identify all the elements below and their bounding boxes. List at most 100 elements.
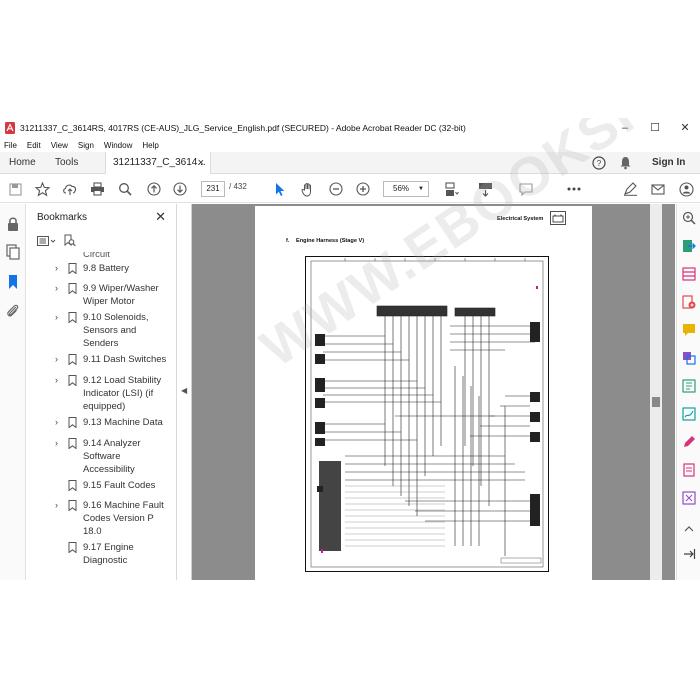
tab-document[interactable]: 31211337_C_3614... × xyxy=(105,152,211,174)
printer-icon xyxy=(90,182,104,196)
save-button[interactable] xyxy=(6,180,24,198)
zoom-value: 56% xyxy=(393,184,410,193)
bookmark-label: 9.8 Battery xyxy=(83,263,129,274)
search-zoom-icon[interactable] xyxy=(682,211,696,225)
bookmark-label: 9.16 Machine Fault Codes Version P 18.0 xyxy=(83,500,164,537)
share-link-button[interactable] xyxy=(677,180,695,198)
bookmark-icon xyxy=(68,283,77,294)
envelope-icon xyxy=(651,183,665,195)
battery-section-icon xyxy=(550,211,566,225)
acrobat-window: 31211337_C_3614RS, 4017RS (CE-AUS)_JLG_S… xyxy=(0,118,700,580)
diagram-subtitle: Engine Harness (Stage V) xyxy=(296,238,365,244)
protect-icon[interactable] xyxy=(682,463,696,477)
organize-icon[interactable] xyxy=(682,267,696,281)
bookmark-label: 9.11 Dash Switches xyxy=(83,354,167,365)
cloud-upload-button[interactable] xyxy=(61,180,79,198)
menu-view[interactable]: View xyxy=(51,141,68,150)
bookmark-label: 9.15 Fault Codes xyxy=(83,480,156,491)
select-tool-button[interactable] xyxy=(271,180,289,198)
page-number-input[interactable]: 231 xyxy=(201,181,225,197)
bookmark-icon xyxy=(68,480,77,491)
tab-tools[interactable]: Tools xyxy=(55,152,78,174)
right-tools-rail xyxy=(676,204,700,580)
edit-pdf-icon[interactable] xyxy=(682,435,696,449)
bookmark-icon xyxy=(68,438,77,449)
hand-tool-button[interactable] xyxy=(299,180,317,198)
cursor-arrow-icon xyxy=(276,182,285,196)
find-button[interactable] xyxy=(116,180,134,198)
bookmark-label: Circuit xyxy=(83,252,110,260)
chevron-right-icon[interactable]: › xyxy=(55,312,58,322)
zoom-in-button[interactable] xyxy=(354,180,372,198)
save-icon xyxy=(8,182,22,196)
collapse-right-panel-icon[interactable] xyxy=(682,547,696,561)
bookmark-star-button[interactable] xyxy=(33,180,51,198)
find-bookmark-icon[interactable] xyxy=(63,234,76,247)
menu-window[interactable]: Window xyxy=(104,141,132,150)
compress-icon[interactable] xyxy=(682,379,696,393)
menu-bar: File Edit View Sign Window Help xyxy=(0,138,165,152)
lock-icon[interactable] xyxy=(5,216,21,232)
zoom-out-button[interactable] xyxy=(327,180,345,198)
menu-edit[interactable]: Edit xyxy=(27,141,41,150)
bookmark-icon xyxy=(68,375,77,386)
pen-sign-icon xyxy=(623,182,637,196)
arrow-down-circle-icon xyxy=(173,182,187,196)
bookmark-options-icon[interactable] xyxy=(37,235,57,246)
close-panel-button[interactable]: ✕ xyxy=(155,209,166,225)
collapse-arrow-icon[interactable]: ◀ xyxy=(181,386,187,395)
chevron-down-icon: ▼ xyxy=(418,186,424,192)
bookmark-label: 9.10 Solenoids, Sensors and Senders xyxy=(83,312,149,349)
document-tab-close-button[interactable]: × xyxy=(198,152,204,174)
zoom-select[interactable]: 56% ▼ xyxy=(383,181,429,197)
cloud-upload-icon xyxy=(63,184,77,195)
acrobat-app-icon xyxy=(5,122,15,134)
comment-icon[interactable] xyxy=(682,323,696,337)
chevron-right-icon[interactable]: › xyxy=(55,354,58,364)
notification-bell-icon[interactable] xyxy=(619,156,632,170)
window-title: 31211337_C_3614RS, 4017RS (CE-AUS)_JLG_S… xyxy=(20,123,466,133)
more-tools-icon[interactable] xyxy=(682,491,696,505)
document-scroll-thumb[interactable] xyxy=(652,397,660,407)
bookmark-label: 9.13 Machine Data xyxy=(83,417,163,428)
close-window-button[interactable]: ✕ xyxy=(670,118,700,138)
chevron-right-icon[interactable]: › xyxy=(55,375,58,385)
bookmarks-panel: Bookmarks ✕ Circuit › 9.8 Battery › 9.9 … xyxy=(27,204,201,580)
menu-file[interactable]: File xyxy=(4,141,17,150)
left-navigation-rail xyxy=(0,204,26,580)
chevron-right-icon[interactable]: › xyxy=(55,417,58,427)
bookmark-icon xyxy=(68,500,77,511)
bookmark-icon xyxy=(68,263,77,274)
export-pdf-icon[interactable] xyxy=(682,239,696,253)
chevron-right-icon[interactable]: › xyxy=(55,283,58,293)
print-button[interactable] xyxy=(88,180,106,198)
chevron-right-icon[interactable]: › xyxy=(55,263,58,273)
document-scrollbar[interactable] xyxy=(650,204,662,580)
sign-in-button[interactable]: Sign In xyxy=(652,152,685,174)
email-button[interactable] xyxy=(649,180,667,198)
sign-button[interactable] xyxy=(621,180,639,198)
chevron-up-icon[interactable] xyxy=(682,522,696,536)
arrow-up-circle-icon xyxy=(147,182,161,196)
menu-help[interactable]: Help xyxy=(142,141,158,150)
more-horizontal-icon xyxy=(567,187,581,191)
combine-icon[interactable] xyxy=(682,351,696,365)
menu-sign[interactable]: Sign xyxy=(78,141,94,150)
tab-home[interactable]: Home xyxy=(9,152,36,174)
attachment-icon[interactable] xyxy=(5,303,21,319)
pages-icon[interactable] xyxy=(5,244,21,260)
chevron-right-icon[interactable]: › xyxy=(55,438,58,448)
share-icon xyxy=(678,181,694,197)
bookmark-label: 9.12 Load Stability Indicator (LSI) (if … xyxy=(83,375,162,412)
chevron-right-icon[interactable]: › xyxy=(55,500,58,510)
fill-sign-icon[interactable] xyxy=(682,407,696,421)
previous-page-button[interactable] xyxy=(145,180,163,198)
next-page-button[interactable] xyxy=(171,180,189,198)
create-pdf-icon[interactable] xyxy=(682,295,696,309)
panel-splitter[interactable]: ◀ xyxy=(177,204,192,580)
bookmark-label: 9.9 Wiper/Washer Wiper Motor xyxy=(83,283,159,307)
minus-circle-icon xyxy=(329,182,343,196)
plus-circle-icon xyxy=(356,182,370,196)
bookmark-icon[interactable] xyxy=(5,274,21,290)
bookmark-icon xyxy=(68,312,77,323)
